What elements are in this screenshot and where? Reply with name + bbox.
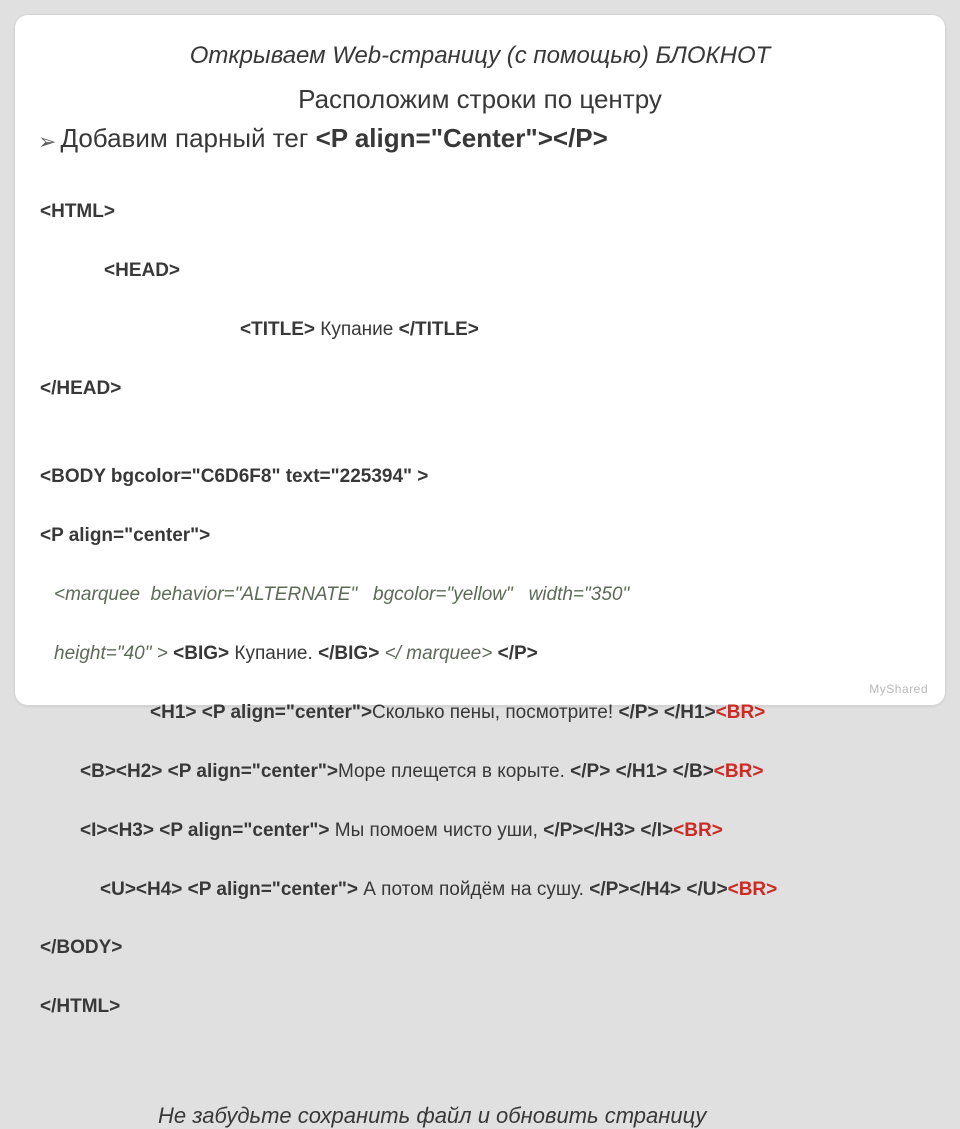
code-line: </BODY> (40, 937, 122, 958)
code-line: height="40" > <BIG> Купание. </BIG> </ m… (54, 639, 538, 668)
code-line: <P align="center"> (40, 525, 210, 546)
bullet-row: ➢ Добавим парный тег <P align="Center"><… (38, 123, 922, 154)
header-line: Открываем Web-страницу (с помощью) БЛОКН… (38, 42, 922, 70)
code-line: <I><H3> <P align="center"> Мы помоем чис… (80, 816, 723, 845)
slide-stage: Открываем Web-страницу (с помощью) БЛОКН… (0, 0, 960, 720)
code-line: <B><H2> <P align="center">Море плещется … (80, 757, 763, 786)
chevron-right-icon: ➢ (38, 131, 56, 153)
bullet-pre: Добавим парный тег (60, 123, 315, 153)
code-block: <HTML> <HEAD> <TITLE> Купание </TITLE> <… (40, 168, 922, 1081)
slide-card: Открываем Web-страницу (с помощью) БЛОКН… (14, 14, 946, 706)
code-line: <TITLE> Купание </TITLE> (240, 315, 479, 344)
code-line: <U><H4> <P align="center"> А потом пойдё… (100, 875, 777, 904)
brand-watermark: MyShared (869, 682, 928, 696)
code-line: <marquee behavior="ALTERNATE" bgcolor="y… (54, 580, 629, 609)
bullet-tag: <P align="Center"></P> (316, 123, 608, 153)
code-line: <BODY bgcolor="C6D6F8" text="225394" > (40, 466, 428, 487)
code-line: <HEAD> (104, 256, 180, 285)
code-line: </HTML> (40, 996, 120, 1017)
code-line: </HEAD> (40, 378, 121, 399)
code-line: <H1> <P align="center">Сколько пены, пос… (150, 698, 765, 727)
code-line: <HTML> (40, 201, 115, 222)
footer-note: Не забудьте сохранить файл и обновить ст… (158, 1103, 922, 1129)
subhead: Расположим строки по центру (38, 84, 922, 115)
bullet-text: Добавим парный тег <P align="Center"></P… (60, 123, 607, 154)
